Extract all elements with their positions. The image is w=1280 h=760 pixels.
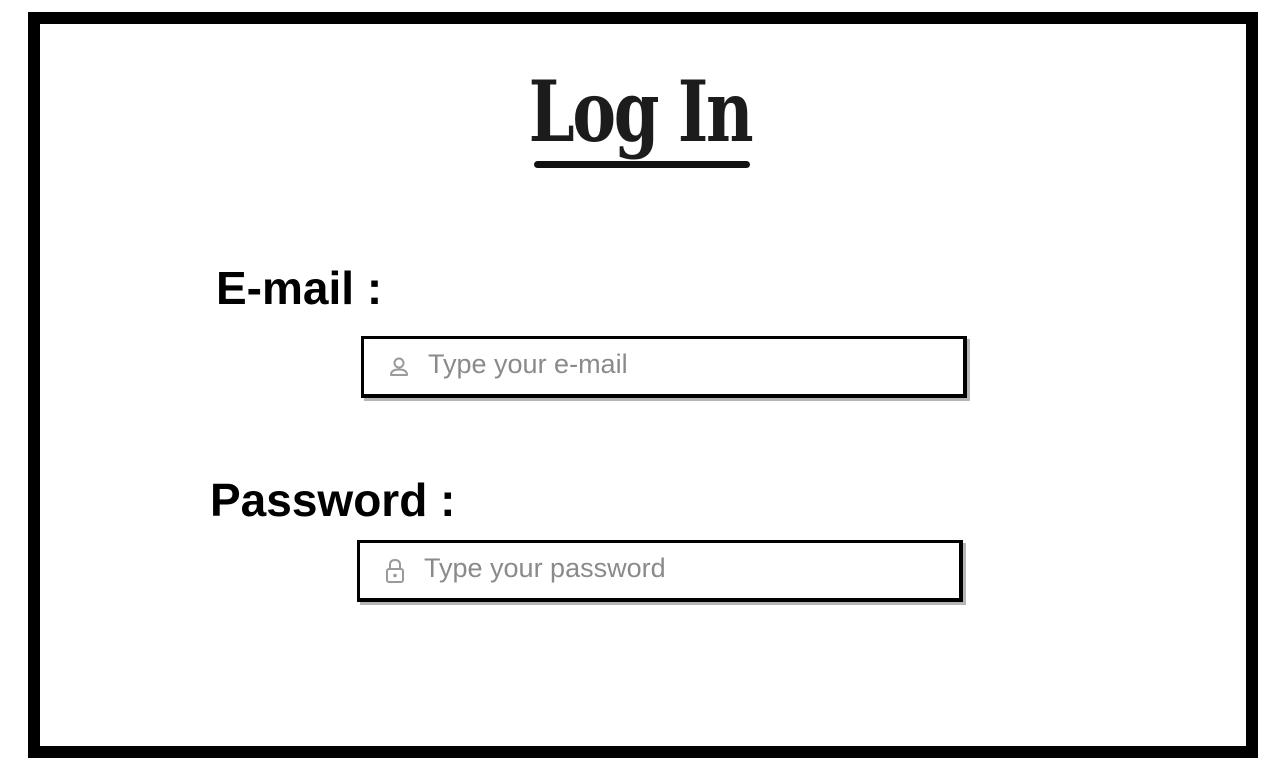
page-title: Log In <box>528 62 754 161</box>
email-field-box[interactable] <box>361 336 967 398</box>
user-icon <box>388 354 410 380</box>
email-label: E-mail : <box>216 262 383 314</box>
password-input[interactable] <box>424 548 959 589</box>
title-underline <box>534 161 750 168</box>
lock-icon <box>384 558 406 584</box>
email-input[interactable] <box>428 344 963 385</box>
password-label: Password : <box>210 474 456 526</box>
password-field-box[interactable] <box>357 540 963 602</box>
